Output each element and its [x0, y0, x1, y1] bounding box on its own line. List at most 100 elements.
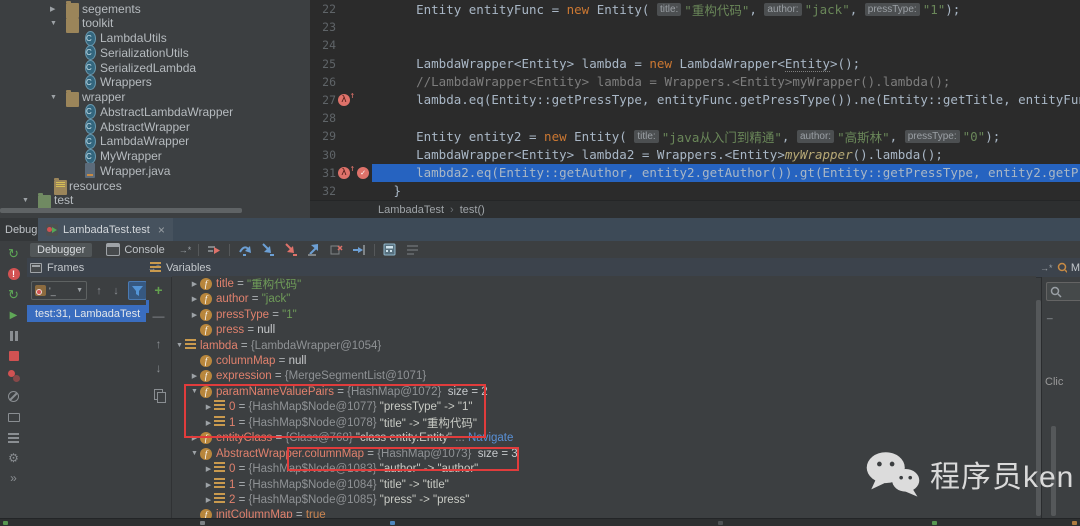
variable-row-title[interactable]: ▶ f title = "重构代码": [172, 276, 1036, 291]
move-up-button[interactable]: ↑: [146, 335, 171, 353]
tree-item-LambdaUtils[interactable]: C LambdaUtils: [0, 30, 310, 46]
breadcrumb-class[interactable]: LambadaTest: [378, 204, 444, 216]
variable-row-pressType[interactable]: ▶ f pressType = "1": [172, 307, 1036, 322]
status-bar[interactable]: [0, 518, 1080, 526]
chevron-collapsed-icon[interactable]: ▶: [189, 295, 200, 303]
code-line-23[interactable]: 23: [310, 18, 1080, 36]
rerun-button[interactable]: ↻: [0, 246, 27, 262]
chevron-collapsed-icon[interactable]: ▶: [203, 419, 214, 427]
project-tree-hscrollbar[interactable]: [0, 208, 242, 213]
resume-button[interactable]: ▶: [0, 307, 27, 323]
chevron-expanded-icon[interactable]: ▼: [189, 388, 200, 395]
tree-item-wrapper[interactable]: ▼ wrapper: [0, 89, 310, 107]
tab-console[interactable]: Console: [99, 242, 171, 257]
chevron-expanded-icon[interactable]: ▼: [174, 342, 185, 349]
tree-item-resources[interactable]: resources: [0, 178, 310, 195]
chevron-expanded-icon[interactable]: ▼: [50, 16, 57, 31]
frame-up-button[interactable]: ↑: [91, 281, 107, 300]
pause-button[interactable]: [0, 328, 27, 344]
code-line-30[interactable]: 30 LambdaWrapper<Entity> lambda2 = Wrapp…: [310, 145, 1080, 163]
code-line-31[interactable]: 31λ✓ lambda2.eq(Entity::getAuthor, entit…: [310, 163, 1080, 182]
tab-debugger[interactable]: Debugger: [30, 242, 93, 257]
remove-watch-button[interactable]: —: [146, 307, 171, 325]
move-down-button[interactable]: ↓: [146, 359, 171, 377]
settings-button[interactable]: ⚙: [0, 450, 27, 466]
step-over-button[interactable]: [236, 242, 253, 257]
variable-row-author[interactable]: ▶ f author = "jack": [172, 291, 1036, 306]
chevron-collapsed-icon[interactable]: ▶: [50, 1, 55, 16]
code-line-25[interactable]: 25 LambdaWrapper<Entity> lambda = new La…: [310, 55, 1080, 73]
debug-session-tab[interactable]: LambadaTest.test ×: [38, 218, 173, 241]
lambda-breakpoint-icon[interactable]: λ: [338, 90, 355, 106]
tree-item-Wrappers[interactable]: C Wrappers: [0, 74, 310, 90]
stop-button[interactable]: [0, 348, 27, 364]
mute-breakpoints-button[interactable]: [0, 389, 27, 405]
tree-item-AbstractWrapper[interactable]: C AbstractWrapper: [0, 119, 310, 134]
variable-row-press[interactable]: f press = null: [172, 322, 1036, 337]
search-icon[interactable]: [1057, 262, 1067, 274]
frame-row[interactable]: test:31, LambadaTest: [27, 305, 146, 322]
run-to-cursor-button[interactable]: [351, 242, 368, 257]
code-line-22[interactable]: 22 Entity entityFunc = new Entity( title…: [310, 0, 1080, 18]
variable-value[interactable]: Navigate: [468, 432, 513, 444]
pin-icon[interactable]: →*: [179, 245, 192, 255]
breakpoint-check-icon[interactable]: ✓: [357, 166, 369, 179]
hide-frames-filter-button[interactable]: [128, 281, 147, 300]
step-into-button[interactable]: [259, 242, 276, 257]
close-icon[interactable]: ×: [158, 223, 165, 237]
chevron-collapsed-icon[interactable]: ▶: [203, 496, 214, 504]
variable-row-1[interactable]: ▶ 1 = {HashMap$Node@1078} "title" -> "重构代…: [172, 415, 1036, 430]
frames-header[interactable]: Frames →*: [30, 258, 160, 277]
tree-item-test[interactable]: ▼ test: [0, 192, 310, 210]
copy-button[interactable]: [146, 385, 171, 403]
chevron-expanded-icon[interactable]: ▼: [22, 193, 29, 208]
add-watch-button[interactable]: +: [146, 281, 171, 299]
drop-frame-button[interactable]: [328, 242, 345, 257]
variable-row-entityClass[interactable]: ▶ f entityClass = {Class@768} "class entit…: [172, 431, 1036, 446]
right-panel-tab[interactable]: _: [1047, 309, 1053, 320]
step-out-button[interactable]: [305, 242, 322, 257]
refresh-button[interactable]: ↻: [0, 287, 27, 303]
code-line-28[interactable]: 28: [310, 109, 1080, 127]
chevron-collapsed-icon[interactable]: ▶: [189, 434, 200, 442]
tree-item-SerializationUtils[interactable]: C SerializationUtils: [0, 45, 310, 61]
error-button[interactable]: !: [0, 266, 27, 282]
chevron-collapsed-icon[interactable]: ▶: [203, 465, 214, 473]
code-line-24[interactable]: 24: [310, 36, 1080, 54]
frame-down-button[interactable]: ↓: [108, 281, 124, 300]
pin-icon[interactable]: →*: [1040, 263, 1053, 273]
chevron-collapsed-icon[interactable]: ▶: [203, 481, 214, 489]
evaluate-expression-button[interactable]: [381, 242, 398, 257]
code-line-29[interactable]: 29 Entity entity2 = new Entity( title: "j…: [310, 127, 1080, 145]
chevron-collapsed-icon[interactable]: ▶: [189, 372, 200, 380]
thread-dump-button[interactable]: [0, 409, 27, 425]
tree-item-AbstractLambdaWrapper[interactable]: C AbstractLambdaWrapper: [0, 104, 310, 120]
tree-item-SerializedLambda[interactable]: C SerializedLambda: [0, 60, 310, 75]
thread-selector[interactable]: '_ ▼: [31, 281, 87, 300]
chevron-expanded-icon[interactable]: ▼: [189, 450, 200, 457]
view-breakpoints-button[interactable]: [0, 368, 27, 384]
variables-header[interactable]: Variables: [150, 258, 211, 277]
variable-row-paramNameValuePairs[interactable]: ▼ f paramNameValuePairs = {HashMap@1072} s…: [172, 384, 1036, 399]
tree-item-Wrapper.java[interactable]: Wrapper.java: [0, 163, 310, 179]
show-execution-point-button[interactable]: [206, 242, 223, 257]
code-line-27[interactable]: 27λ lambda.eq(Entity::getPressType, enti…: [310, 90, 1080, 109]
code-line-26[interactable]: 26 //LambdaWrapper<Entity> lambda = Wrap…: [310, 73, 1080, 91]
code-line-32[interactable]: 32 }: [310, 182, 1080, 200]
tree-item-segements[interactable]: ▶ segements: [0, 1, 310, 18]
code-editor[interactable]: 22 Entity entityFunc = new Entity( title…: [310, 0, 1080, 200]
chevron-collapsed-icon[interactable]: ▶: [203, 403, 214, 411]
search-input[interactable]: [1046, 282, 1080, 301]
tree-item-MyWrapper[interactable]: C MyWrapper: [0, 148, 310, 164]
chevron-collapsed-icon[interactable]: ▶: [189, 311, 200, 319]
variable-row-columnMap[interactable]: f columnMap = null: [172, 353, 1036, 368]
hide-button[interactable]: »: [0, 470, 27, 486]
force-step-into-button[interactable]: [282, 242, 299, 257]
variable-row-expression[interactable]: ▶ f expression = {MergeSegmentList@1071}: [172, 369, 1036, 384]
variable-row-0[interactable]: ▶ 0 = {HashMap$Node@1077} "pressType" -> …: [172, 400, 1036, 415]
chevron-expanded-icon[interactable]: ▼: [50, 90, 57, 105]
lambda-breakpoint-icon[interactable]: λ: [338, 163, 355, 179]
breadcrumb-method[interactable]: test(): [460, 204, 485, 216]
layout-settings-button[interactable]: [404, 242, 421, 257]
tree-item-toolkit[interactable]: ▼ toolkit: [0, 15, 310, 33]
